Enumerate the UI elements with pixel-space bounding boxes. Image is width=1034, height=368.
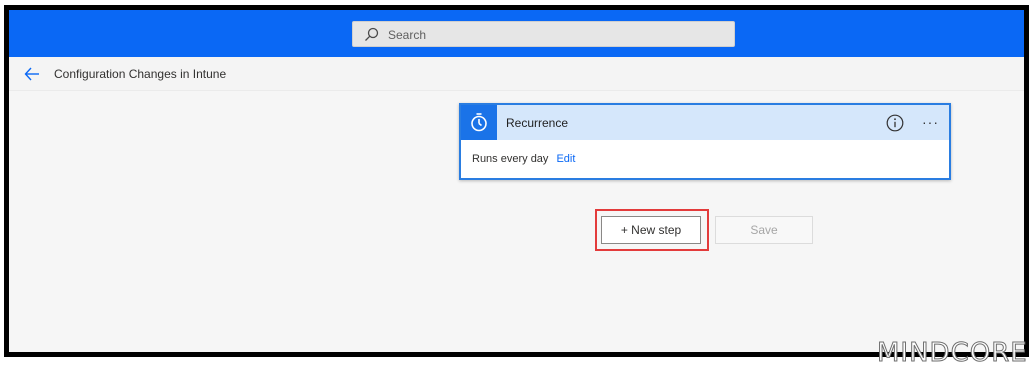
mindcore-watermark: MINDCORE	[877, 338, 1028, 368]
clock-icon-box	[461, 105, 497, 140]
search-icon	[365, 27, 379, 41]
card-title: Recurrence	[506, 116, 569, 130]
screenshot-frame: Search Configuration Changes in Intune R…	[4, 5, 1029, 357]
back-arrow-icon[interactable]	[24, 67, 40, 81]
edit-link[interactable]: Edit	[556, 153, 575, 165]
recurrence-description: Runs every day	[472, 153, 549, 165]
new-step-button[interactable]: + New step	[601, 216, 701, 244]
flow-title: Configuration Changes in Intune	[54, 67, 227, 81]
card-header[interactable]: Recurrence ···	[461, 105, 949, 140]
top-bar: Search	[9, 10, 1024, 57]
flow-header: Configuration Changes in Intune	[9, 57, 1024, 91]
search-box[interactable]: Search	[352, 21, 735, 47]
recurrence-trigger-card[interactable]: Recurrence ··· Runs every day Edit	[459, 103, 951, 180]
more-options-icon[interactable]: ···	[922, 114, 939, 130]
save-button[interactable]: Save	[715, 216, 813, 244]
card-body: Runs every day Edit	[472, 153, 575, 165]
info-icon[interactable]	[886, 114, 904, 132]
search-placeholder: Search	[388, 28, 427, 42]
alarm-clock-icon	[471, 113, 487, 132]
